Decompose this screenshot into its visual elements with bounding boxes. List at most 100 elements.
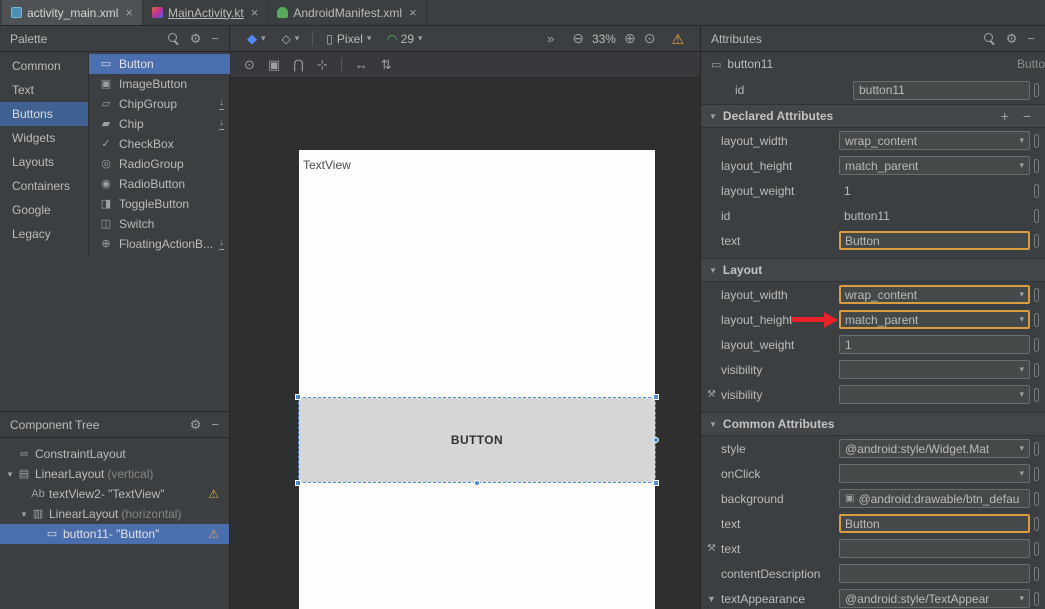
pick-resource-button[interactable] <box>1034 442 1039 456</box>
attribute-value-field[interactable]: ▾ <box>839 360 1030 379</box>
dropdown-arrow-icon[interactable]: ▾ <box>1019 314 1024 325</box>
autoconnect-icon[interactable]: ⋂ <box>293 57 304 73</box>
remove-attribute-button[interactable]: − <box>1023 108 1031 124</box>
zoom-in-button[interactable]: ⊕ <box>624 30 636 47</box>
pick-resource-button[interactable] <box>1034 134 1039 148</box>
palette-category[interactable]: Legacy <box>0 222 88 246</box>
toolbar-overflow-chevron[interactable]: » <box>547 31 554 46</box>
palette-component[interactable]: ◨ ToggleButton <box>89 194 234 214</box>
dropdown-arrow-icon[interactable]: ▾ <box>1019 135 1024 146</box>
attribute-value-field[interactable]: @android:style/Widget.Mat ▾ <box>839 439 1030 458</box>
palette-component[interactable]: ✓ CheckBox <box>89 134 234 154</box>
pick-resource-button[interactable] <box>1034 313 1039 327</box>
pick-resource-button[interactable] <box>1034 467 1039 481</box>
gear-icon[interactable]: ⚙ <box>1006 32 1018 45</box>
warning-icon[interactable]: ⚠ <box>671 32 684 46</box>
pick-resource-button[interactable] <box>1034 288 1039 302</box>
selection-handle[interactable] <box>653 437 659 443</box>
attribute-value-field[interactable]: 1 <box>839 335 1030 354</box>
tree-item[interactable]: ▼ ▥ LinearLayout (horizontal) <box>0 504 229 524</box>
attribute-value-field[interactable]: Button <box>839 514 1030 533</box>
id-value-field[interactable]: button11 <box>853 81 1030 100</box>
attribute-value-field[interactable]: @android:style/TextAppear ▾ <box>839 589 1030 608</box>
palette-component[interactable]: ▱ ChipGroup ↓ <box>89 94 234 114</box>
tree-item[interactable]: ∞ ConstraintLayout <box>0 444 229 464</box>
gear-icon[interactable]: ⚙ <box>190 418 202 431</box>
palette-component[interactable]: ◉ RadioButton <box>89 174 234 194</box>
search-icon[interactable] <box>167 32 180 45</box>
attribute-value-field[interactable] <box>839 564 1030 583</box>
dropdown-arrow-icon[interactable]: ▾ <box>1019 443 1024 454</box>
selection-handle[interactable] <box>295 480 301 486</box>
selection-handle[interactable] <box>653 394 659 400</box>
pick-resource-button[interactable] <box>1034 517 1039 531</box>
device-canvas[interactable]: TextView BUTTON <box>299 150 655 609</box>
palette-category[interactable]: Common <box>0 54 88 78</box>
dropdown-arrow-icon[interactable]: ▾ <box>1019 389 1024 400</box>
pick-resource-button[interactable] <box>1034 592 1039 606</box>
palette-category[interactable]: Layouts <box>0 150 88 174</box>
palette-component[interactable]: ⊕ FloatingActionB... ↓ <box>89 234 234 254</box>
palette-category[interactable]: Widgets <box>0 126 88 150</box>
attribute-value-field[interactable]: wrap_content ▾ <box>839 285 1030 304</box>
palette-category[interactable]: Text <box>0 78 88 102</box>
minimize-icon[interactable]: − <box>1027 32 1035 45</box>
zoom-out-button[interactable]: ⊖ <box>572 30 584 47</box>
dropdown-arrow-icon[interactable]: ▾ <box>1019 468 1024 479</box>
attribute-section-header[interactable]: ▼ Declared Attributes +− <box>701 104 1045 128</box>
textview-widget[interactable]: TextView <box>303 158 351 172</box>
palette-component[interactable]: ▭ Button <box>89 54 234 74</box>
minimize-icon[interactable]: − <box>211 418 219 431</box>
pick-resource-button[interactable] <box>1034 363 1039 377</box>
button-widget[interactable]: BUTTON <box>299 398 655 482</box>
pick-resource-button[interactable] <box>1034 492 1039 506</box>
view-options-icon[interactable]: ⊙ <box>244 57 255 73</box>
pick-resource-button[interactable] <box>1034 388 1039 402</box>
pick-resource-button[interactable] <box>1034 567 1039 581</box>
dropdown-arrow-icon[interactable]: ▾ <box>1019 593 1024 604</box>
editor-tab[interactable]: AndroidManifest.xml × <box>268 0 426 25</box>
close-icon[interactable]: × <box>251 6 259 19</box>
attribute-value-field[interactable]: wrap_content ▾ <box>839 131 1030 150</box>
attribute-section-header[interactable]: ▼ Common Attributes <box>701 412 1045 436</box>
palette-component[interactable]: ◎ RadioGroup <box>89 154 234 174</box>
pick-resource-button[interactable] <box>1034 338 1039 352</box>
dropdown-arrow-icon[interactable]: ▾ <box>1019 160 1024 171</box>
attribute-value-field[interactable]: ▾ <box>839 385 1030 404</box>
dropdown-arrow-icon[interactable]: ▾ <box>1019 364 1024 375</box>
pick-resource-button[interactable] <box>1034 234 1039 248</box>
palette-category[interactable]: Google <box>0 198 88 222</box>
pick-resource-button[interactable] <box>1034 542 1039 556</box>
align-vertical-icon[interactable]: ⇅ <box>381 57 392 73</box>
add-attribute-button[interactable]: + <box>1001 108 1009 124</box>
attribute-value-field[interactable]: Button <box>839 231 1030 250</box>
api-level-selector[interactable]: ◠ 29 ▾ <box>380 32 429 46</box>
attribute-value-field[interactable]: ▾ <box>839 464 1030 483</box>
zoom-to-fit-button[interactable]: ⊙ <box>644 30 656 47</box>
pick-resource-button[interactable] <box>1034 184 1039 198</box>
palette-category[interactable]: Containers <box>0 174 88 198</box>
dropdown-arrow-icon[interactable]: ▾ <box>1019 289 1024 300</box>
pick-resource-button[interactable] <box>1034 83 1039 97</box>
selection-handle[interactable] <box>295 394 301 400</box>
attribute-value-field[interactable]: ▣ @android:drawable/btn_defau <box>839 489 1030 508</box>
selection-handle[interactable] <box>474 480 480 486</box>
attribute-value-field[interactable] <box>839 539 1030 558</box>
attribute-section-header[interactable]: ▼ Layout <box>701 258 1045 282</box>
close-icon[interactable]: × <box>409 6 417 19</box>
pick-resource-button[interactable] <box>1034 159 1039 173</box>
expander-icon[interactable]: ▼ <box>4 470 16 479</box>
gear-icon[interactable]: ⚙ <box>190 32 202 45</box>
minimize-icon[interactable]: − <box>211 32 219 45</box>
editor-tab[interactable]: MainActivity.kt × <box>143 0 268 25</box>
tree-item[interactable]: ▭ button11- "Button" ⚠ <box>0 524 229 544</box>
device-selector[interactable]: ▯ Pixel ▾ <box>319 32 378 46</box>
attribute-value-field[interactable]: 1 <box>839 181 1030 200</box>
attribute-value-field[interactable]: match_parent ▾ <box>839 310 1030 329</box>
design-surface-selector[interactable]: ◆ ▾ <box>240 32 273 45</box>
tree-item[interactable]: Ab textView2- "TextView" ⚠ <box>0 484 229 504</box>
editor-tab[interactable]: activity_main.xml × <box>2 0 143 25</box>
attribute-value-field[interactable]: match_parent ▾ <box>839 156 1030 175</box>
palette-component[interactable]: ▣ ImageButton <box>89 74 234 94</box>
pick-resource-button[interactable] <box>1034 209 1039 223</box>
